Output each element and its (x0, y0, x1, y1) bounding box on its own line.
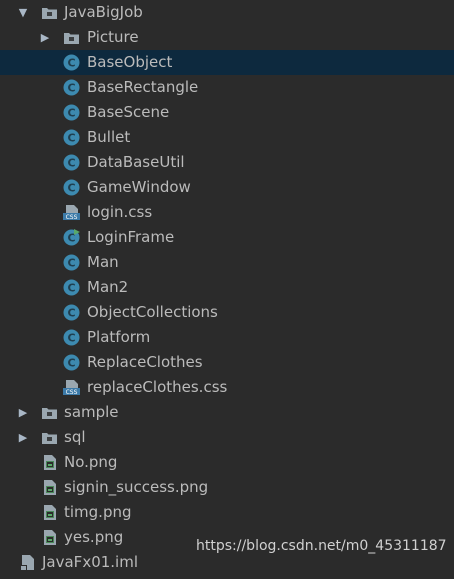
tree-item-label: sample (64, 403, 119, 421)
tree-item-label: BaseScene (87, 103, 170, 121)
svg-text:C: C (67, 182, 75, 195)
image-file-icon (41, 479, 58, 496)
image-file-icon (41, 504, 58, 521)
tree-item-gamewindow[interactable]: C GameWindow (0, 175, 454, 200)
java-class-icon: C (63, 54, 80, 71)
tree-item-label: JavaBigJob (64, 3, 143, 21)
tree-item-sql[interactable]: ▶ sql (0, 425, 454, 450)
svg-text:C: C (67, 282, 75, 295)
tree-item-man[interactable]: C Man (0, 250, 454, 275)
java-class-icon: C (63, 129, 80, 146)
tree-item-label: ObjectCollections (87, 303, 218, 321)
iml-file-icon (19, 554, 36, 571)
tree-item-man2[interactable]: C Man2 (0, 275, 454, 300)
java-class-icon: C (63, 79, 80, 96)
tree-item-replaceclothes-css[interactable]: CSS replaceClothes.css (0, 375, 454, 400)
css-file-icon: CSS (63, 379, 80, 396)
svg-text:C: C (67, 307, 75, 320)
tree-item-label: Man (87, 253, 119, 271)
tree-item-picture[interactable]: ▶ Picture (0, 25, 454, 50)
tree-item-label: GameWindow (87, 178, 191, 196)
tree-item-label: BaseObject (87, 53, 173, 71)
tree-item-label: No.png (64, 453, 118, 471)
expand-arrow-right-icon[interactable]: ▶ (39, 25, 51, 50)
tree-item-label: Bullet (87, 128, 131, 146)
svg-text:C: C (67, 57, 75, 70)
tree-item-label: timg.png (64, 503, 132, 521)
svg-text:C: C (67, 157, 75, 170)
tree-item-label: Man2 (87, 278, 129, 296)
tree-item-signin-success-png[interactable]: signin_success.png (0, 475, 454, 500)
tree-item-loginframe[interactable]: C LoginFrame (0, 225, 454, 250)
css-file-icon: CSS (63, 204, 80, 221)
svg-text:C: C (67, 357, 75, 370)
expand-arrow-down-icon[interactable]: ▼ (17, 0, 29, 25)
tree-item-label: DataBaseUtil (87, 153, 185, 171)
project-tree: ▼ JavaBigJob ▶ Picture C BaseObject C BaseRecta… (0, 0, 454, 575)
tree-item-databaseutil[interactable]: C DataBaseUtil (0, 150, 454, 175)
java-main-class-icon: C (63, 229, 80, 246)
tree-item-label: Picture (87, 28, 139, 46)
svg-text:C: C (67, 332, 75, 345)
image-file-icon (41, 529, 58, 546)
tree-item-login-css[interactable]: CSS login.css (0, 200, 454, 225)
tree-item-bullet[interactable]: C Bullet (0, 125, 454, 150)
tree-item-label: JavaFx01.iml (42, 553, 138, 571)
svg-text:C: C (67, 132, 75, 145)
watermark-text: https://blog.csdn.net/m0_45311187 (196, 538, 447, 554)
tree-item-replaceclothes[interactable]: C ReplaceClothes (0, 350, 454, 375)
tree-item-label: BaseRectangle (87, 78, 199, 96)
image-file-icon (41, 454, 58, 471)
tree-item-javabigjob[interactable]: ▼ JavaBigJob (0, 0, 454, 25)
tree-item-label: login.css (87, 203, 153, 221)
folder-icon (41, 404, 58, 421)
tree-item-objectcollections[interactable]: C ObjectCollections (0, 300, 454, 325)
tree-item-baseobject[interactable]: C BaseObject (0, 50, 454, 75)
tree-item-label: replaceClothes.css (87, 378, 228, 396)
tree-item-sample[interactable]: ▶ sample (0, 400, 454, 425)
folder-open-icon (41, 4, 58, 21)
tree-item-label: ReplaceClothes (87, 353, 203, 371)
java-class-icon: C (63, 179, 80, 196)
java-class-icon: C (63, 254, 80, 271)
java-class-icon: C (63, 279, 80, 296)
tree-item-label: signin_success.png (64, 478, 209, 496)
tree-item-label: yes.png (64, 528, 124, 546)
tree-item-label: sql (64, 428, 86, 446)
tree-item-no-png[interactable]: No.png (0, 450, 454, 475)
java-class-icon: C (63, 354, 80, 371)
tree-item-platform[interactable]: C Platform (0, 325, 454, 350)
svg-text:C: C (67, 257, 75, 270)
tree-item-basescene[interactable]: C BaseScene (0, 100, 454, 125)
svg-text:C: C (67, 82, 75, 95)
java-class-icon: C (63, 329, 80, 346)
svg-text:CSS: CSS (66, 389, 78, 396)
tree-item-label: LoginFrame (87, 228, 175, 246)
java-class-icon: C (63, 104, 80, 121)
svg-text:C: C (67, 107, 75, 120)
tree-item-timg-png[interactable]: timg.png (0, 500, 454, 525)
java-class-icon: C (63, 304, 80, 321)
svg-text:CSS: CSS (66, 214, 78, 221)
tree-item-label: Platform (87, 328, 151, 346)
folder-icon (41, 429, 58, 446)
java-class-icon: C (63, 154, 80, 171)
expand-arrow-right-icon[interactable]: ▶ (17, 425, 29, 450)
tree-item-baserectangle[interactable]: C BaseRectangle (0, 75, 454, 100)
expand-arrow-right-icon[interactable]: ▶ (17, 400, 29, 425)
folder-icon (63, 29, 80, 46)
